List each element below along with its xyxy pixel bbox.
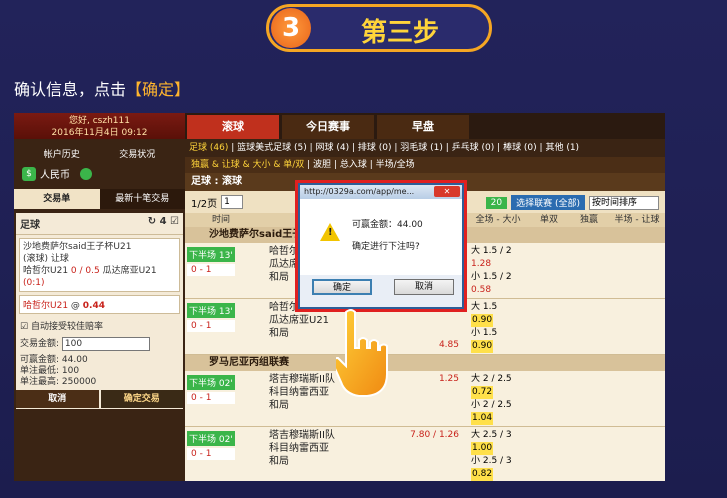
match-row: 下半场 02' 0 - 1 塔吉穆瑞斯II队 科目纳雷西亚 和局 1.25 大 2 /… [185,371,665,427]
odds[interactable]: 1.04 [471,412,494,425]
tutorial-page: 3 第三步 确认信息，点击【确定】 您好, cszh111 2016年11月4日… [0,0,727,498]
confirm-dialog: http://0329a.com/app/me... ✕ ! 可赢金额：44.0… [298,183,464,309]
dialog-message-confirm: 确定进行下注吗? [352,242,420,252]
odds[interactable]: 0.90 [471,340,494,353]
odds[interactable]: 0.58 [471,285,491,295]
left-tabs: 交易单 最新十笔交易 [14,189,185,209]
sport-badminton[interactable]: 羽毛球 (1) [400,143,443,153]
page-select[interactable]: 1 [221,195,244,209]
match-row: 下半场 02' 0 - 1 塔吉穆瑞斯II队 科目纳雷西亚 和局 7.80 / 1.2… [185,427,665,481]
sports-bar: 足球 (46) | 篮球美式足球 (5) | 网球 (4) | 排球 (0) |… [185,139,665,157]
slip-header: 足球 ↻ 4 ☑ [16,213,183,235]
league-header: 罗马尼亚丙组联赛 [185,355,665,371]
dialog-ok-button[interactable]: 确定 [312,279,372,295]
tab-last-ten-trades[interactable]: 最新十笔交易 [99,189,185,209]
user-greeting: 您好, cszh111 [69,116,130,126]
dialog-title: http://0329a.com/app/me... ✕ [300,185,462,199]
currency-label: 人民币 [40,170,70,181]
select-league-button[interactable]: 选择联赛 (全部) [511,195,585,210]
sport-volleyball[interactable]: 排球 (0) [358,143,392,153]
sort-select[interactable]: 按时间排序 [589,195,659,210]
col-oddeven: 单双 [539,215,558,225]
sport-basketball[interactable]: 篮球美式足球 (5) [237,143,307,153]
slip-pick: 哈哲尔U21 @ 0.44 [19,295,180,314]
refresh-icon[interactable] [80,167,92,180]
market-correct-score[interactable]: 波胆 [313,160,331,170]
hand-pointer-icon [336,309,388,397]
stake-input[interactable]: 100 [61,336,150,351]
top-tabs: 滚球 今日赛事 早盘 [185,113,665,139]
auto-accept-row[interactable]: ☑ 自动接受较佳赔率 [16,317,183,334]
sport-tabletennis[interactable]: 乒乓球 (0) [452,143,495,153]
left-panel: 您好, cszh111 2016年11月4日 09:12 帐户历史 交易状况 $… [14,113,185,481]
market-nav: 独赢 & 让球 & 大小 & 单/双 | 波胆 | 总入球 | 半场/全场 [185,157,665,173]
slip-match-info: 沙地费萨尔said王子杯U21 (滚球) 让球 哈哲尔U21 0 / 0.5 瓜… [19,238,180,292]
odds[interactable]: 1.00 [471,442,494,455]
step-number: 3 [271,8,311,48]
currency-row: $ 人民币 [14,164,185,183]
toolbar-right: 20 选择联赛 (全部) 按时间排序 [485,195,659,210]
slip-buttons: 取消 确定交易 [16,390,183,408]
bet-slip: 足球 ↻ 4 ☑ 沙地费萨尔said王子杯U21 (滚球) 让球 哈哲尔U21 … [16,213,183,409]
dialog-cancel-button[interactable]: 取消 [394,279,454,295]
page-label: 1/2页 [191,198,218,210]
step-title: 第三步 [360,18,439,48]
dialog-message-amount: 可赢金额：44.00 [352,220,423,230]
tab-early[interactable]: 早盘 [377,115,469,139]
close-icon[interactable]: ✕ [434,186,460,197]
sport-tennis[interactable]: 网球 (4) [316,143,350,153]
user-datetime: 2016年11月4日 09:12 [51,128,148,138]
betting-screenshot: 您好, cszh111 2016年11月4日 09:12 帐户历史 交易状况 $… [14,113,665,481]
market-main[interactable]: 独赢 & 让球 & 大小 & 单/双 [191,160,304,170]
slip-market: (滚球) 让球 [23,254,69,264]
tab-today[interactable]: 今日赛事 [282,115,374,139]
odds[interactable]: 0.82 [471,468,494,481]
user-bar: 您好, cszh111 2016年11月4日 09:12 [14,113,185,139]
col-ou: 全场 - 大小 [475,215,521,225]
slip-score: (0:1) [23,278,45,288]
currency-icon: $ [22,166,36,181]
stake-row: 交易金额: 100 [16,334,183,353]
sport-baseball[interactable]: 棒球 (0) [503,143,537,153]
col-1x2: 独赢 [579,215,598,225]
sport-football[interactable]: 足球 (46) [189,143,228,153]
tab-bet-slip[interactable]: 交易单 [14,189,100,209]
odds[interactable]: 1.28 [471,259,491,269]
col-ht-hdp: 半场 - 让球 [614,215,660,225]
instruction-highlight: 【确定】 [126,80,191,99]
dialog-body: ! 可赢金额：44.00 确定进行下注吗? [300,199,462,275]
col-time: 时间 [211,215,230,225]
trade-status-link[interactable]: 交易状况 [119,147,155,160]
sport-other[interactable]: 其他 (1) [545,143,579,153]
tab-live[interactable]: 滚球 [187,115,279,139]
odds[interactable]: 0.90 [471,314,494,327]
market-total-goals[interactable]: 总入球 [340,160,367,170]
market-ht-ft[interactable]: 半场/全场 [376,160,415,170]
instruction-text: 确认信息，点击【确定】 [14,76,190,100]
live-count-badge[interactable]: 20 [485,196,508,209]
slip-count: ↻ 4 ☑ [147,216,179,227]
limits-info: 可赢金额: 44.00 单注最低: 100 单注最高: 250000 [20,354,97,387]
confirm-trade-button[interactable]: 确定交易 [100,390,183,408]
slip-league: 沙地费萨尔said王子杯U21 [23,242,132,252]
account-links: 帐户历史 交易状况 [14,139,185,164]
odds[interactable]: 0.72 [471,386,494,399]
instruction-prefix: 确认信息，点击 [14,80,127,99]
slip-matchup: 哈哲尔U21 0 / 0.5 瓜达席亚U21 [23,266,157,276]
cancel-slip-button[interactable]: 取消 [16,390,99,408]
slip-sport: 足球 [20,220,40,231]
account-history-link[interactable]: 帐户历史 [44,147,80,160]
